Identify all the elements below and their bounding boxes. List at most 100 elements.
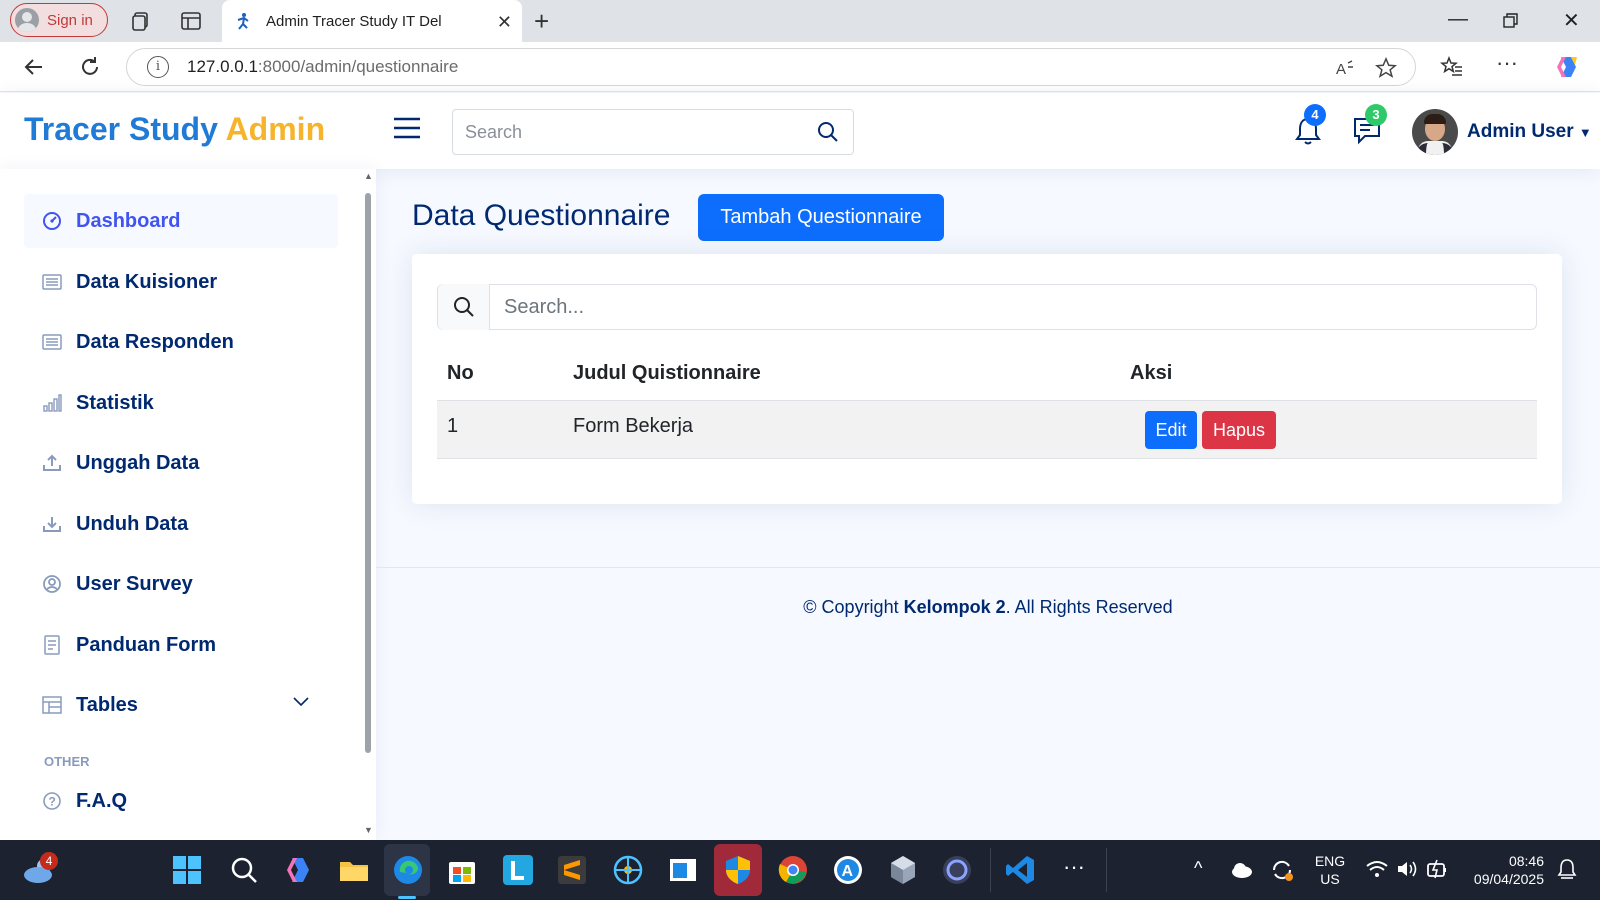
footer-copyright: © Copyright Kelompok 2. All Rights Reser…	[376, 597, 1600, 618]
edit-button[interactable]: Edit	[1145, 411, 1197, 449]
notifications-button[interactable]: 4	[1294, 104, 1326, 146]
delete-button[interactable]: Hapus	[1202, 411, 1276, 449]
search-icon[interactable]	[228, 854, 260, 886]
list-icon	[42, 334, 62, 350]
minimize-icon[interactable]: —	[1448, 8, 1468, 31]
obs-icon[interactable]	[941, 854, 973, 886]
sidebar-item-faq[interactable]: ? F.A.Q	[24, 774, 338, 828]
back-icon[interactable]	[22, 55, 46, 79]
sidebar-item-user-survey[interactable]: User Survey	[24, 557, 338, 611]
file-explorer-icon[interactable]	[338, 854, 370, 886]
app-l-icon[interactable]	[502, 854, 534, 886]
messages-button[interactable]: 3	[1352, 104, 1387, 145]
sidebar-item-data-kuisioner[interactable]: Data Kuisioner	[24, 255, 338, 309]
restore-icon[interactable]	[1503, 13, 1519, 29]
clock[interactable]: 08:46 09/04/2025	[1464, 852, 1544, 888]
upload-icon	[43, 454, 61, 471]
cell-title: Form Bekerja	[573, 415, 694, 437]
store-icon[interactable]	[446, 854, 478, 886]
window-close-icon[interactable]: ✕	[1563, 8, 1580, 33]
download-icon	[43, 517, 61, 532]
tab-admin-tracer[interactable]: Admin Tracer Study IT Del ✕	[222, 0, 522, 42]
box-app-icon[interactable]	[887, 854, 919, 886]
network-app-icon[interactable]	[612, 854, 644, 886]
sync-icon[interactable]	[1270, 858, 1294, 882]
sidebar-heading-other: OTHER	[44, 754, 90, 769]
sidebar-item-unggah-data[interactable]: Unggah Data	[24, 436, 338, 490]
new-tab-icon[interactable]: +	[534, 6, 549, 37]
sublime-text-icon[interactable]	[556, 854, 588, 886]
copilot-icon[interactable]	[1553, 53, 1581, 81]
scroll-down-icon[interactable]: ▼	[364, 825, 373, 835]
workspaces-icon[interactable]	[130, 10, 152, 32]
page-title: Data Questionnaire	[412, 199, 671, 232]
battery-icon[interactable]	[1426, 858, 1448, 880]
more-apps-icon[interactable]: ···	[1063, 854, 1085, 880]
site-favicon-icon	[237, 13, 249, 30]
tab-actions-icon[interactable]	[180, 10, 202, 32]
messages-badge: 3	[1365, 104, 1387, 126]
url-field[interactable]: i 127.0.0.1:8000/admin/questionnaire A	[126, 48, 1416, 86]
chrome-icon[interactable]	[777, 854, 809, 886]
copilot-icon[interactable]	[283, 854, 315, 886]
read-aloud-icon[interactable]: A	[1335, 58, 1357, 78]
svg-text:A: A	[842, 863, 854, 880]
user-circle-icon	[43, 575, 61, 593]
user-menu-toggle[interactable]: Admin User ▼	[1467, 121, 1592, 143]
add-questionnaire-button[interactable]: Tambah Questionnaire	[698, 194, 944, 241]
refresh-icon[interactable]	[78, 55, 102, 79]
wifi-icon[interactable]	[1366, 860, 1388, 878]
sidebar-item-label: Data Responden	[76, 330, 234, 353]
sidebar-item-label: F.A.Q	[76, 789, 128, 812]
app-logo[interactable]: Tracer Study Admin	[24, 111, 325, 148]
clock-date: 09/04/2025	[1473, 871, 1544, 887]
footer-suffix: . All Rights Reserved	[1005, 597, 1173, 617]
sidebar-item-unduh-data[interactable]: Unduh Data	[24, 497, 338, 551]
favorite-star-icon[interactable]	[1375, 57, 1397, 79]
dashboard-icon	[43, 212, 61, 230]
edge-icon[interactable]	[392, 854, 424, 886]
sidebar-item-label: User Survey	[76, 572, 193, 595]
main-content: Data Questionnaire Tambah Questionnaire …	[376, 169, 1600, 840]
sidebar-item-label: Dashboard	[76, 209, 181, 232]
notification-center-icon[interactable]	[1556, 858, 1578, 880]
sidebar-scrollbar[interactable]: ▲ ▼	[364, 171, 373, 835]
header-search-input[interactable]: Search	[452, 109, 854, 155]
sign-in-button[interactable]: Sign in	[10, 3, 108, 37]
svg-text:A: A	[1336, 61, 1346, 78]
favorites-icon[interactable]	[1440, 55, 1464, 79]
vscode-icon[interactable]	[1004, 854, 1036, 886]
volume-icon[interactable]	[1396, 860, 1418, 878]
site-info-icon[interactable]: i	[147, 56, 169, 78]
hamburger-menu-icon[interactable]	[392, 115, 422, 141]
lang-bottom: US	[1320, 871, 1340, 887]
sidebar-item-label: Tables	[76, 693, 138, 716]
scroll-up-icon[interactable]: ▲	[364, 171, 373, 181]
footer-prefix: © Copyright	[803, 597, 904, 617]
svg-text:?: ?	[49, 795, 56, 809]
search-icon[interactable]	[817, 121, 839, 143]
chevron-up-icon[interactable]: ^	[1194, 858, 1202, 879]
sidebar-item-label: Statistik	[76, 391, 154, 414]
question-circle-icon: ?	[43, 792, 61, 810]
onedrive-icon[interactable]	[1230, 860, 1254, 880]
language-indicator[interactable]: ENG US	[1312, 852, 1348, 888]
table-search-input[interactable]	[490, 295, 1490, 319]
bar-chart-icon	[43, 394, 62, 412]
window-app-icon[interactable]	[667, 854, 699, 886]
sidebar-item-data-responden[interactable]: Data Responden	[24, 315, 338, 369]
scrollbar-thumb[interactable]	[365, 193, 371, 753]
chevron-down-icon[interactable]	[292, 696, 310, 708]
app-a-icon[interactable]: A	[832, 854, 864, 886]
sidebar-item-panduan-form[interactable]: Panduan Form	[24, 618, 338, 672]
sidebar-item-tables[interactable]: Tables	[24, 678, 338, 732]
profile-icon	[15, 8, 39, 32]
shield-icon[interactable]	[722, 854, 754, 886]
url-host: 127.0.0.1	[187, 57, 258, 76]
start-icon[interactable]	[171, 854, 203, 886]
tab-close-icon[interactable]: ✕	[497, 12, 512, 33]
sidebar-item-statistik[interactable]: Statistik	[24, 376, 338, 430]
more-menu-icon[interactable]: ···	[1496, 50, 1518, 76]
avatar[interactable]	[1412, 109, 1458, 155]
sidebar-item-dashboard[interactable]: Dashboard	[24, 194, 338, 248]
